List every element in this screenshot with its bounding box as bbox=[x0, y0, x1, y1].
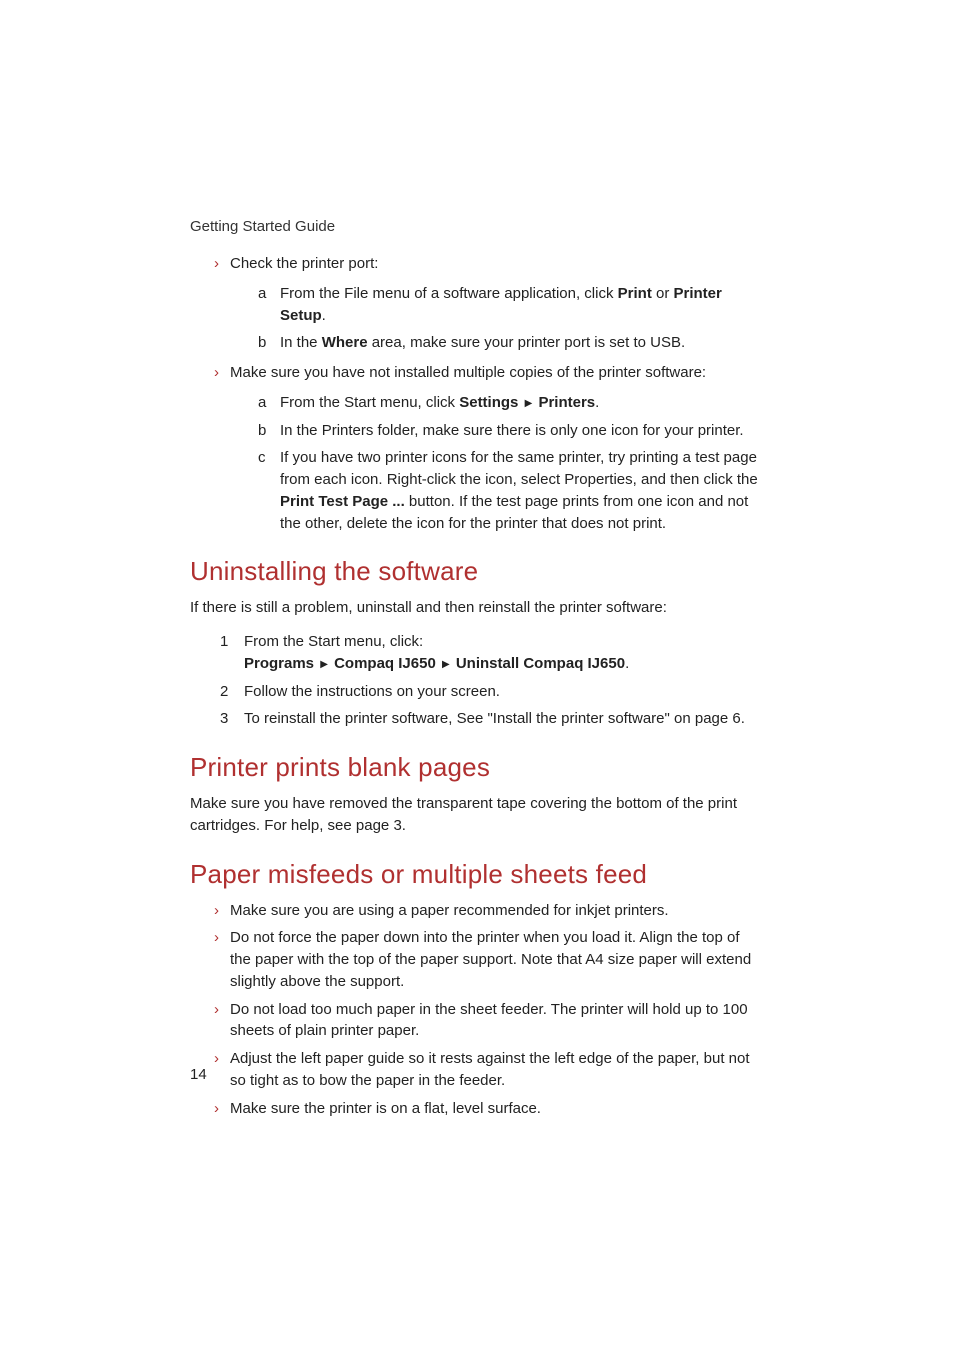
triangle-right-icon: ▶ bbox=[525, 398, 533, 409]
sub-text: From the File menu of a software applica… bbox=[280, 285, 722, 324]
sub-letter: b bbox=[258, 420, 266, 442]
bullet-text: Make sure the printer is on a flat, leve… bbox=[230, 1100, 541, 1117]
step-path: Programs ▶ Compaq IJ650 ▶ Uninstall Comp… bbox=[244, 655, 629, 672]
chevron-right-icon: › bbox=[214, 1048, 219, 1070]
step-text: To reinstall the printer software, See "… bbox=[244, 710, 745, 727]
chevron-right-icon: › bbox=[214, 900, 219, 922]
step-number: 1 bbox=[220, 631, 228, 653]
misfeed-bullets: › Make sure you are using a paper recomm… bbox=[190, 900, 764, 1120]
sub-item-c: c If you have two printer icons for the … bbox=[240, 447, 764, 534]
step-number: 2 bbox=[220, 681, 228, 703]
heading-misfeeds: Paper misfeeds or multiple sheets feed bbox=[190, 859, 764, 890]
troubleshoot-bullets: › Check the printer port: a From the Fil… bbox=[190, 253, 764, 534]
bullet-text: Do not load too much paper in the sheet … bbox=[230, 1001, 748, 1040]
bullet-text: Do not force the paper down into the pri… bbox=[230, 929, 751, 990]
step-text: From the Start menu, click: bbox=[244, 633, 423, 650]
chevron-right-icon: › bbox=[214, 927, 219, 949]
uninstall-steps: 1 From the Start menu, click: Programs ▶… bbox=[210, 631, 764, 730]
sub-text: In the Printers folder, make sure there … bbox=[280, 422, 744, 439]
heading-uninstall: Uninstalling the software bbox=[190, 556, 764, 587]
step-3: 3 To reinstall the printer software, See… bbox=[210, 708, 764, 730]
document-page: Getting Started Guide › Check the printe… bbox=[0, 0, 954, 1119]
bullet-text: Adjust the left paper guide so it rests … bbox=[230, 1050, 750, 1089]
heading-blank-pages: Printer prints blank pages bbox=[190, 752, 764, 783]
sub-letter: a bbox=[258, 392, 266, 414]
sub-item-a: a From the File menu of a software appli… bbox=[240, 283, 764, 327]
bullet-paper-recommended: › Make sure you are using a paper recomm… bbox=[190, 900, 764, 922]
sub-item-a: a From the Start menu, click Settings ▶ … bbox=[240, 392, 764, 414]
step-1: 1 From the Start menu, click: Programs ▶… bbox=[210, 631, 764, 675]
triangle-right-icon: ▶ bbox=[320, 659, 328, 670]
bullet-do-not-overload: › Do not load too much paper in the shee… bbox=[190, 999, 764, 1043]
sub-text: From the Start menu, click Settings ▶ Pr… bbox=[280, 394, 599, 411]
sub-item-b: b In the Printers folder, make sure ther… bbox=[240, 420, 764, 442]
step-number: 3 bbox=[220, 708, 228, 730]
bullet-flat-surface: › Make sure the printer is on a flat, le… bbox=[190, 1098, 764, 1120]
bullet-text: Make sure you have not installed multipl… bbox=[230, 364, 706, 381]
bullet-multiple-copies: › Make sure you have not installed multi… bbox=[190, 362, 764, 534]
sub-letter: b bbox=[258, 332, 266, 354]
paragraph-uninstall-intro: If there is still a problem, uninstall a… bbox=[190, 597, 764, 619]
bullet-text: Check the printer port: bbox=[230, 255, 378, 272]
chevron-right-icon: › bbox=[214, 1098, 219, 1120]
sub-list: a From the Start menu, click Settings ▶ … bbox=[240, 392, 764, 535]
sub-letter: c bbox=[258, 447, 266, 469]
sub-text: If you have two printer icons for the sa… bbox=[280, 449, 758, 531]
page-header: Getting Started Guide bbox=[190, 218, 764, 235]
sub-list: a From the File menu of a software appli… bbox=[240, 283, 764, 354]
sub-letter: a bbox=[258, 283, 266, 305]
bullet-do-not-force: › Do not force the paper down into the p… bbox=[190, 927, 764, 992]
sub-item-b: b In the Where area, make sure your prin… bbox=[240, 332, 764, 354]
paragraph-blank-pages: Make sure you have removed the transpare… bbox=[190, 793, 764, 837]
bullet-check-port: › Check the printer port: a From the Fil… bbox=[190, 253, 764, 354]
chevron-right-icon: › bbox=[214, 999, 219, 1021]
triangle-right-icon: ▶ bbox=[442, 659, 450, 670]
bullet-text: Make sure you are using a paper recommen… bbox=[230, 902, 669, 919]
page-number: 14 bbox=[190, 1066, 207, 1083]
step-2: 2 Follow the instructions on your screen… bbox=[210, 681, 764, 703]
step-text: Follow the instructions on your screen. bbox=[244, 683, 500, 700]
sub-text: In the Where area, make sure your printe… bbox=[280, 334, 685, 351]
chevron-right-icon: › bbox=[214, 253, 219, 275]
chevron-right-icon: › bbox=[214, 362, 219, 384]
bullet-adjust-guide: › Adjust the left paper guide so it rest… bbox=[190, 1048, 764, 1092]
